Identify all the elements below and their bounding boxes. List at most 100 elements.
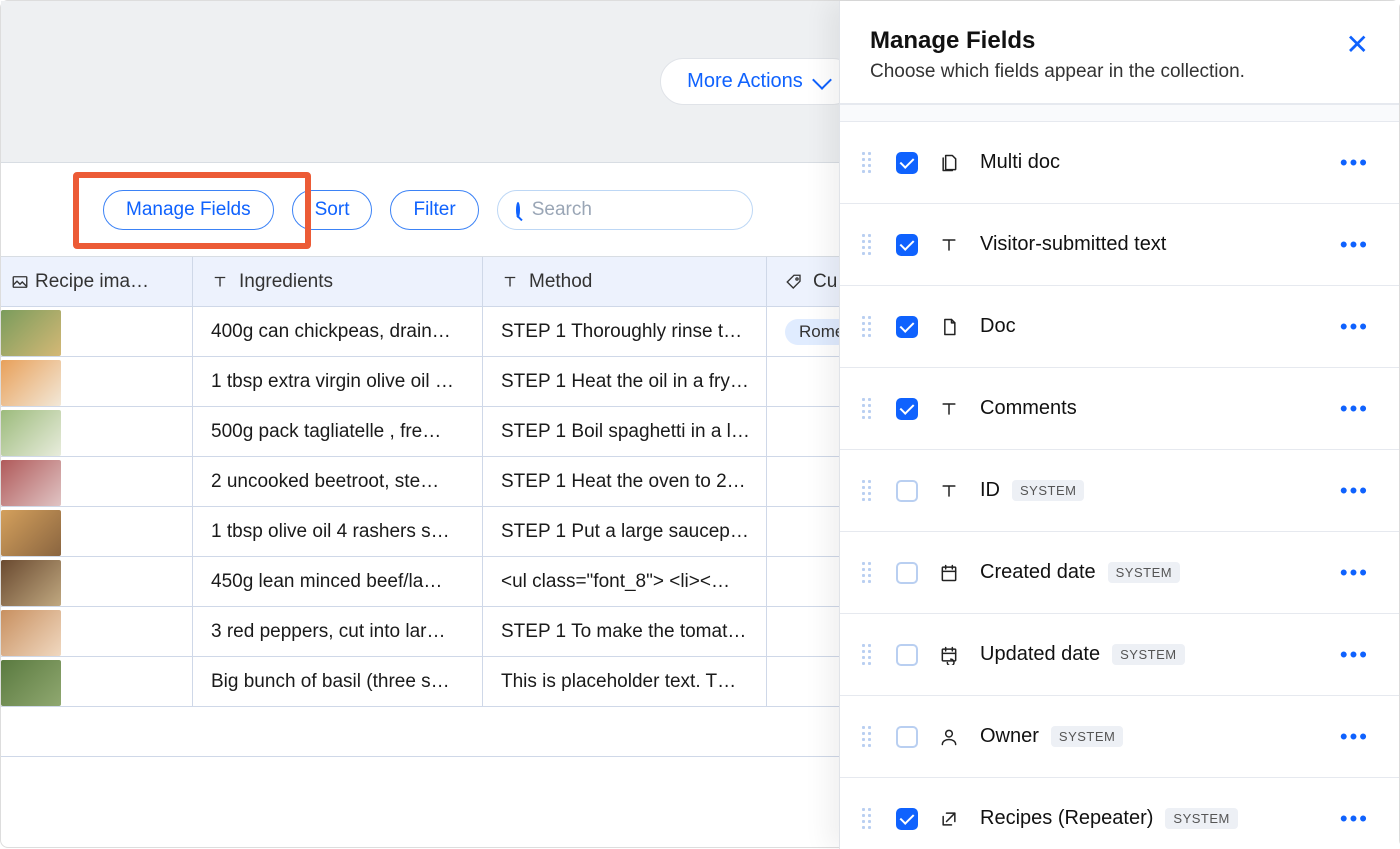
cell-method: STEP 1 Boil spaghetti in a l…: [501, 421, 750, 443]
drag-handle-icon[interactable]: [862, 480, 876, 501]
thumbnail: [1, 510, 61, 556]
field-row[interactable]: Doc •••: [840, 286, 1399, 368]
field-row[interactable]: Visitor-submitted text •••: [840, 204, 1399, 286]
col-label: Ingredients: [239, 271, 333, 293]
manage-fields-panel: Manage Fields Choose which fields appear…: [839, 1, 1399, 849]
field-label: Owner SYSTEM: [980, 725, 1320, 748]
more-actions-button[interactable]: More Actions: [660, 58, 856, 105]
drag-handle-icon[interactable]: [862, 316, 876, 337]
field-row[interactable]: Updated date SYSTEM •••: [840, 614, 1399, 696]
multidoc-icon: [938, 152, 960, 174]
drag-handle-icon[interactable]: [862, 234, 876, 255]
field-row[interactable]: Multi doc •••: [840, 122, 1399, 204]
cell-ingredients: 1 tbsp extra virgin olive oil …: [211, 371, 454, 393]
cell-ingredients: 2 uncooked beetroot, ste…: [211, 471, 439, 493]
field-checkbox[interactable]: [896, 644, 918, 666]
cell-ingredients: 500g pack tagliatelle , fre…: [211, 421, 441, 443]
cell-ingredients: 3 red peppers, cut into lar…: [211, 621, 445, 643]
field-checkbox[interactable]: [896, 316, 918, 338]
calendar-icon: [938, 563, 960, 583]
text-icon: [501, 273, 519, 291]
cell-method: STEP 1 Thoroughly rinse t…: [501, 321, 742, 343]
text-icon: [938, 235, 960, 255]
column-method[interactable]: Method: [483, 257, 767, 306]
close-icon[interactable]: ✕: [1346, 31, 1369, 59]
field-row[interactable]: ID SYSTEM •••: [840, 450, 1399, 532]
more-actions-label: More Actions: [687, 70, 803, 93]
system-tag: SYSTEM: [1012, 480, 1084, 501]
field-label: Doc: [980, 315, 1320, 338]
more-icon[interactable]: •••: [1340, 396, 1369, 422]
search-icon: [516, 202, 520, 218]
more-icon[interactable]: •••: [1340, 314, 1369, 340]
sort-button[interactable]: Sort: [292, 190, 373, 230]
drag-handle-icon[interactable]: [862, 152, 876, 173]
thumbnail: [1, 410, 61, 456]
drag-handle-icon[interactable]: [862, 726, 876, 747]
panel-header: Manage Fields Choose which fields appear…: [840, 1, 1399, 103]
cell-method: STEP 1 To make the tomat…: [501, 621, 746, 643]
more-icon[interactable]: •••: [1340, 232, 1369, 258]
thumbnail: [1, 560, 61, 606]
system-tag: SYSTEM: [1165, 808, 1237, 829]
column-ingredients[interactable]: Ingredients: [193, 257, 483, 306]
cell-ingredients: 450g lean minced beef/la…: [211, 571, 442, 593]
arrow-out-icon: [938, 809, 960, 829]
field-row[interactable]: Owner SYSTEM •••: [840, 696, 1399, 778]
more-icon[interactable]: •••: [1340, 150, 1369, 176]
thumbnail: [1, 310, 61, 356]
drag-handle-icon[interactable]: [862, 398, 876, 419]
thumbnail: [1, 660, 61, 706]
search-field[interactable]: [497, 190, 753, 230]
cell-method: STEP 1 Heat the oil in a fry…: [501, 371, 749, 393]
field-row[interactable]: Created date SYSTEM •••: [840, 532, 1399, 614]
search-input[interactable]: [532, 199, 777, 221]
field-label: Created date SYSTEM: [980, 561, 1320, 584]
field-checkbox[interactable]: [896, 480, 918, 502]
field-label: Updated date SYSTEM: [980, 643, 1320, 666]
field-label: ID SYSTEM: [980, 479, 1320, 502]
tag-icon: [785, 273, 803, 291]
col-label: Recipe ima…: [35, 271, 149, 293]
text-icon: [211, 273, 229, 291]
panel-subtitle: Choose which fields appear in the collec…: [870, 61, 1245, 83]
more-icon[interactable]: •••: [1340, 642, 1369, 668]
more-icon[interactable]: •••: [1340, 478, 1369, 504]
col-label: Cu: [813, 271, 837, 293]
manage-fields-button[interactable]: Manage Fields: [103, 190, 274, 230]
panel-title: Manage Fields: [870, 27, 1245, 55]
chevron-down-icon: [812, 70, 832, 90]
drag-handle-icon[interactable]: [862, 644, 876, 665]
field-row[interactable]: Comments •••: [840, 368, 1399, 450]
field-label: Visitor-submitted text: [980, 233, 1320, 256]
more-icon[interactable]: •••: [1340, 560, 1369, 586]
field-checkbox[interactable]: [896, 562, 918, 584]
thumbnail: [1, 360, 61, 406]
field-checkbox[interactable]: [896, 398, 918, 420]
column-recipe-image[interactable]: Recipe ima…: [1, 257, 193, 306]
field-row[interactable]: Recipes (Repeater) SYSTEM •••: [840, 778, 1399, 849]
col-label: Method: [529, 271, 592, 293]
cell-ingredients: 400g can chickpeas, drain…: [211, 321, 451, 343]
field-checkbox[interactable]: [896, 808, 918, 830]
system-tag: SYSTEM: [1112, 644, 1184, 665]
field-label: Recipes (Repeater) SYSTEM: [980, 807, 1320, 830]
field-checkbox[interactable]: [896, 726, 918, 748]
cell-method: STEP 1 Put a large saucep…: [501, 521, 749, 543]
drag-handle-icon[interactable]: [862, 808, 876, 829]
person-icon: [938, 727, 960, 747]
filter-button[interactable]: Filter: [390, 190, 478, 230]
more-icon[interactable]: •••: [1340, 806, 1369, 832]
thumbnail: [1, 610, 61, 656]
field-checkbox[interactable]: [896, 152, 918, 174]
field-checkbox[interactable]: [896, 234, 918, 256]
field-label: Comments: [980, 397, 1320, 420]
calendar-refresh-icon: [938, 645, 960, 665]
more-icon[interactable]: •••: [1340, 724, 1369, 750]
system-tag: SYSTEM: [1051, 726, 1123, 747]
cell-ingredients: 1 tbsp olive oil 4 rashers s…: [211, 521, 450, 543]
cell-ingredients: Big bunch of basil (three s…: [211, 671, 450, 693]
drag-handle-icon[interactable]: [862, 562, 876, 583]
doc-icon: [938, 316, 960, 338]
text-icon: [938, 399, 960, 419]
